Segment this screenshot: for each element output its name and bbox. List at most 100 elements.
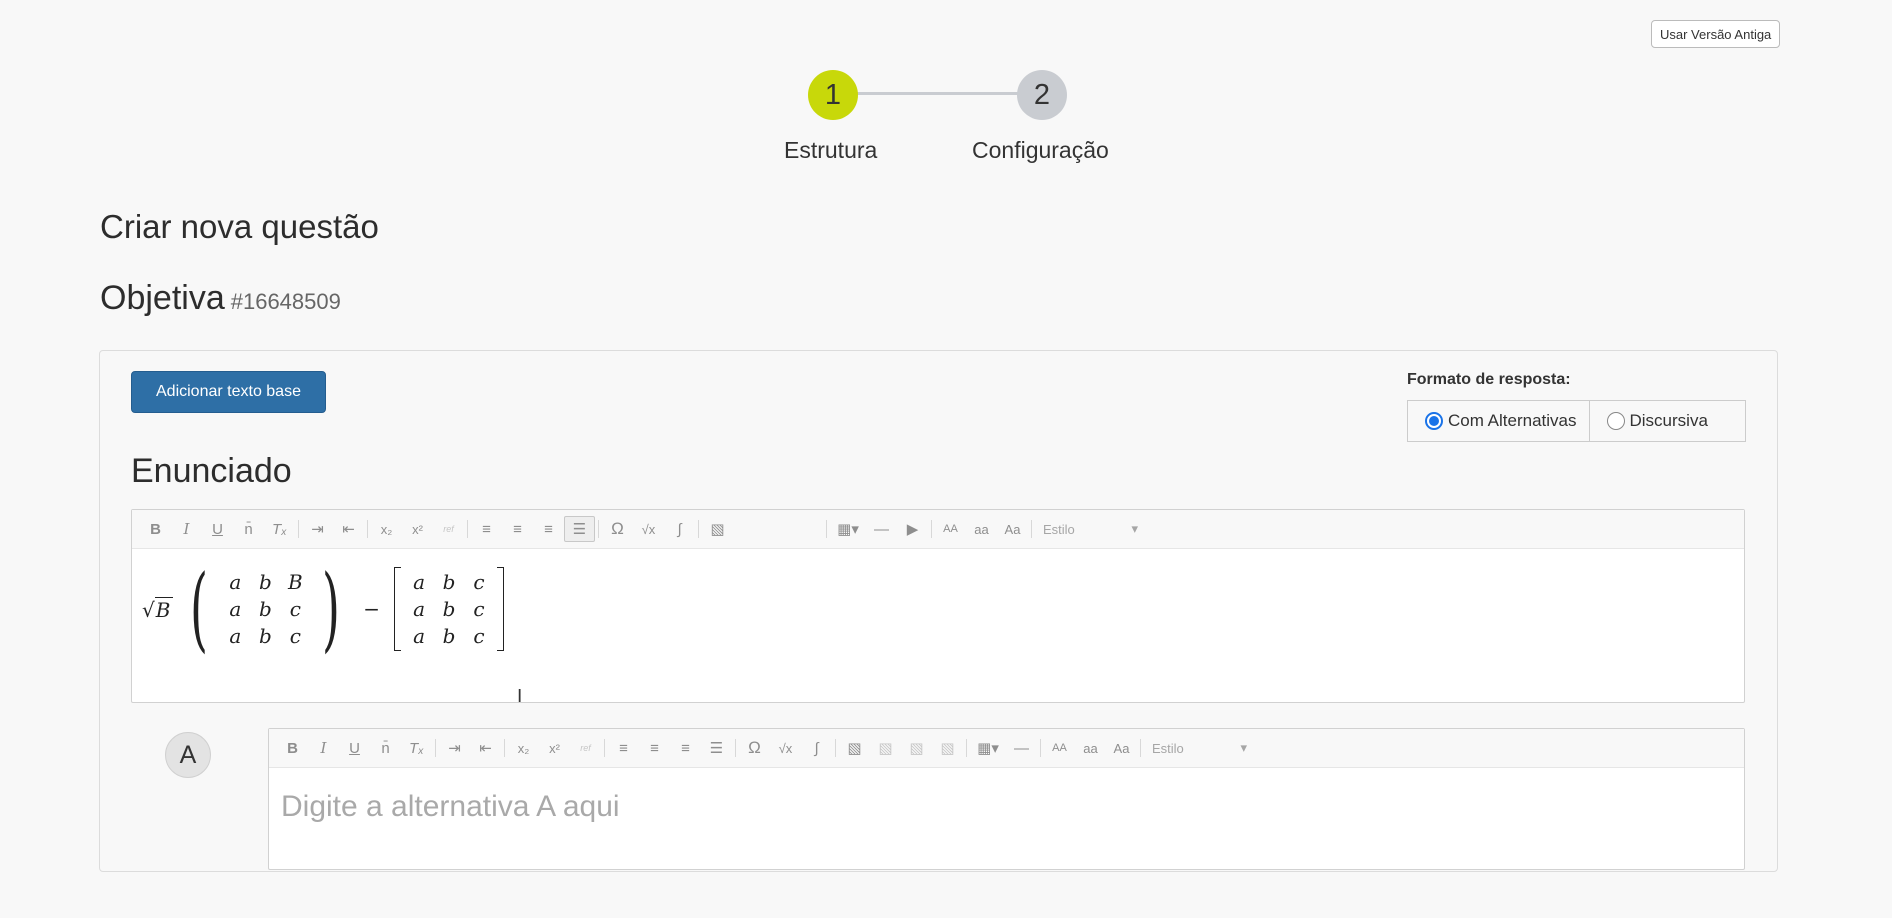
overline-icon[interactable]: n̄	[233, 516, 264, 542]
math-formula: √ B ( a b B a b c a b c ) − a b c a b c …	[142, 563, 505, 655]
matrix-cell: b	[442, 624, 456, 648]
image-center-icon[interactable]: ▧	[901, 735, 932, 761]
style-dropdown-label: Estilo	[1043, 521, 1075, 537]
chevron-down-icon: ▾	[1240, 740, 1247, 755]
bold-icon[interactable]: B	[140, 516, 171, 542]
sqrt-icon[interactable]: √x	[633, 516, 664, 542]
toolbar-separator	[298, 520, 299, 538]
image-left-icon[interactable]: ▧	[870, 735, 901, 761]
left-bracket	[394, 567, 402, 651]
matrix-cell: a	[229, 597, 242, 621]
remove-format-icon[interactable]: Tₓ	[264, 516, 295, 542]
sqrt-icon[interactable]: √x	[770, 735, 801, 761]
align-center-icon[interactable]: ≡	[502, 516, 533, 542]
alternative-a-content[interactable]: Digite a alternativa A aqui	[269, 768, 1744, 918]
old-version-button[interactable]: Usar Versão Antiga	[1651, 20, 1781, 48]
align-justify-icon[interactable]: ☰	[564, 516, 595, 542]
special-char-icon[interactable]: Ω	[602, 516, 633, 542]
toolbar-separator	[598, 520, 599, 538]
alternative-a-badge[interactable]: A	[165, 732, 211, 778]
toolbar-separator	[1140, 739, 1141, 757]
lowercase-icon[interactable]: aa	[966, 516, 997, 542]
question-type-title: Objetiva #16648509	[100, 279, 341, 318]
sqrt-expression: √ B	[142, 596, 174, 622]
align-justify-icon[interactable]: ☰	[701, 735, 732, 761]
alternative-a-placeholder: Digite a alternativa A aqui	[281, 790, 620, 823]
capitalize-icon[interactable]: Aa	[1106, 735, 1137, 761]
radio-unselected-icon[interactable]	[1606, 412, 1625, 430]
special-char-icon[interactable]: Ω	[739, 735, 770, 761]
matrix-cell: c	[473, 597, 485, 621]
matrix-cell: a	[413, 624, 425, 648]
remove-format-icon[interactable]: Tₓ	[401, 735, 432, 761]
style-dropdown[interactable]: Estilo ▾	[1035, 516, 1146, 542]
statement-content[interactable]: √ B ( a b B a b c a b c ) − a b c a b c …	[132, 549, 1744, 699]
editor-toolbar: B I U n̄ Tₓ ⇥ ⇤ x₂ x² ref ≡ ≡ ≡ ☰ Ω √x ∫…	[132, 510, 1744, 549]
format-option-alternatives[interactable]: Com Alternativas	[1408, 401, 1589, 441]
statement-editor[interactable]: B I U n̄ Tₓ ⇥ ⇤ x₂ x² ref ≡ ≡ ≡ ☰ Ω √x ∫…	[131, 509, 1745, 703]
table-icon[interactable]: ▦▾	[970, 735, 1006, 761]
table-icon[interactable]: ▦▾	[830, 516, 866, 542]
style-dropdown[interactable]: Estilo ▾	[1144, 735, 1255, 761]
superscript-icon[interactable]: x²	[402, 516, 433, 542]
uppercase-icon[interactable]: AA	[935, 516, 966, 542]
matrix-cell: c	[289, 624, 301, 648]
outdent-icon[interactable]: ⇤	[470, 735, 501, 761]
math-editor-icon[interactable]: ∫	[801, 735, 832, 761]
indent-icon[interactable]: ⇥	[302, 516, 333, 542]
step-1-circle[interactable]: 1	[808, 70, 858, 120]
matrix-cell: b	[442, 570, 456, 594]
horizontal-line-icon[interactable]: —	[1006, 735, 1037, 761]
image-icon[interactable]: ▧	[702, 516, 733, 542]
toolbar-separator	[435, 739, 436, 757]
math-editor-icon[interactable]: ∫	[664, 516, 695, 542]
matrix-cell: a	[413, 597, 425, 621]
align-left-icon[interactable]: ≡	[471, 516, 502, 542]
step-2-circle[interactable]: 2	[1017, 70, 1067, 120]
reference-icon[interactable]: ref	[570, 735, 601, 761]
page-title: Criar nova questão	[100, 208, 379, 245]
toolbar-separator	[698, 520, 699, 538]
subscript-icon[interactable]: x₂	[508, 735, 539, 761]
image-right-icon[interactable]: ▧	[932, 735, 963, 761]
toolbar-separator	[966, 739, 967, 757]
underline-icon[interactable]: U	[202, 516, 233, 542]
video-icon[interactable]: ▶	[897, 516, 928, 542]
matrix-cell: a	[229, 570, 242, 594]
toolbar-separator	[835, 739, 836, 757]
image-icon[interactable]: ▧	[839, 735, 870, 761]
align-left-icon[interactable]: ≡	[608, 735, 639, 761]
indent-icon[interactable]: ⇥	[439, 735, 470, 761]
uppercase-icon[interactable]: AA	[1044, 735, 1075, 761]
align-right-icon[interactable]: ≡	[670, 735, 701, 761]
superscript-icon[interactable]: x²	[539, 735, 570, 761]
format-option-discursive[interactable]: Discursiva	[1588, 401, 1720, 441]
add-base-text-button[interactable]: Adicionar texto base	[131, 371, 326, 413]
align-center-icon[interactable]: ≡	[639, 735, 670, 761]
align-right-icon[interactable]: ≡	[533, 516, 564, 542]
step-1-label: Estrutura	[784, 137, 878, 163]
subscript-icon[interactable]: x₂	[371, 516, 402, 542]
question-id: #16648509	[230, 289, 341, 314]
toolbar-separator	[1040, 739, 1041, 757]
alternative-a-editor[interactable]: B I U n̄ Tₓ ⇥ ⇤ x₂ x² ref ≡ ≡ ≡ ☰ Ω √x ∫…	[268, 728, 1745, 870]
bold-icon[interactable]: B	[277, 735, 308, 761]
capitalize-icon[interactable]: Aa	[997, 516, 1028, 542]
reference-icon[interactable]: ref	[433, 516, 464, 542]
minus-operator: −	[363, 597, 381, 621]
underline-icon[interactable]: U	[339, 735, 370, 761]
answer-format-group: Com Alternativas Discursiva	[1407, 400, 1746, 442]
toolbar-separator	[504, 739, 505, 757]
italic-icon[interactable]: I	[308, 735, 339, 761]
italic-icon[interactable]: I	[171, 516, 202, 542]
lowercase-icon[interactable]: aa	[1075, 735, 1106, 761]
horizontal-line-icon[interactable]: —	[866, 516, 897, 542]
overline-icon[interactable]: n̄	[370, 735, 401, 761]
toolbar-separator	[931, 520, 932, 538]
step-2-label: Configuração	[972, 137, 1109, 163]
matrix-1: a b B a b c a b c	[217, 567, 313, 652]
sqrt-symbol: √	[142, 597, 155, 622]
matrix-cell: a	[413, 570, 425, 594]
outdent-icon[interactable]: ⇤	[333, 516, 364, 542]
radio-selected-icon[interactable]	[1425, 412, 1443, 430]
